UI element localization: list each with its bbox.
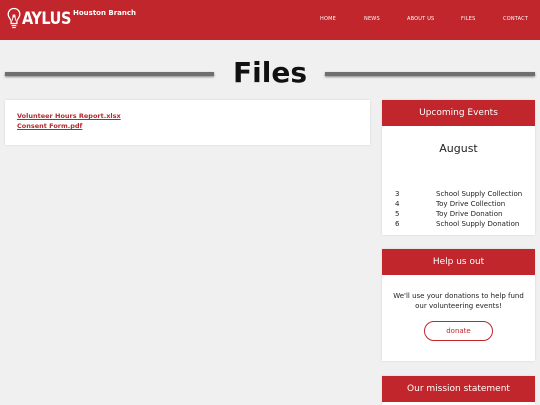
main-nav: HOME NEWS ABOUT US FILES CONTACT bbox=[0, 16, 540, 26]
event-item: 4 Toy Drive Collection bbox=[382, 200, 535, 210]
file-link-consent-form[interactable]: Consent Form.pdf bbox=[17, 122, 82, 130]
page-title-row: Files bbox=[0, 55, 540, 93]
help-us-out-card: Help us out We'll use your donations to … bbox=[382, 249, 535, 361]
event-name: School Supply Collection bbox=[436, 190, 523, 198]
mission-statement-card: Our mission statement bbox=[382, 376, 535, 405]
upcoming-events-card: Upcoming Events August 3 School Supply C… bbox=[382, 100, 535, 235]
file-link-volunteer-hours[interactable]: Volunteer Hours Report.xlsx bbox=[17, 112, 121, 120]
help-us-out-title: Help us out bbox=[382, 249, 535, 275]
site-header: AYLUS Houston Branch HOME NEWS ABOUT US … bbox=[0, 0, 540, 40]
donation-description: We'll use your donations to help fund ou… bbox=[393, 292, 524, 310]
donate-button[interactable]: donate bbox=[424, 321, 493, 341]
event-name: Toy Drive Donation bbox=[436, 210, 503, 218]
title-divider-right bbox=[325, 72, 535, 76]
event-item: 6 School Supply Donation bbox=[382, 220, 535, 230]
nav-home[interactable]: HOME bbox=[320, 16, 336, 22]
event-name: School Supply Donation bbox=[436, 220, 520, 228]
events-month: August bbox=[439, 142, 478, 155]
event-name: Toy Drive Collection bbox=[436, 200, 506, 208]
nav-files[interactable]: FILES bbox=[461, 16, 475, 22]
event-item: 3 School Supply Collection bbox=[382, 190, 535, 200]
nav-contact[interactable]: CONTACT bbox=[503, 16, 528, 22]
event-day: 5 bbox=[395, 210, 400, 218]
mission-statement-title: Our mission statement bbox=[382, 376, 535, 402]
nav-news[interactable]: NEWS bbox=[364, 16, 380, 22]
event-day: 3 bbox=[395, 190, 400, 198]
upcoming-events-title: Upcoming Events bbox=[382, 100, 535, 126]
files-panel: Volunteer Hours Report.xlsx Consent Form… bbox=[5, 100, 370, 145]
event-day: 6 bbox=[395, 220, 400, 228]
nav-about-us[interactable]: ABOUT US bbox=[407, 16, 434, 22]
event-day: 4 bbox=[395, 200, 400, 208]
event-item: 5 Toy Drive Donation bbox=[382, 210, 535, 220]
